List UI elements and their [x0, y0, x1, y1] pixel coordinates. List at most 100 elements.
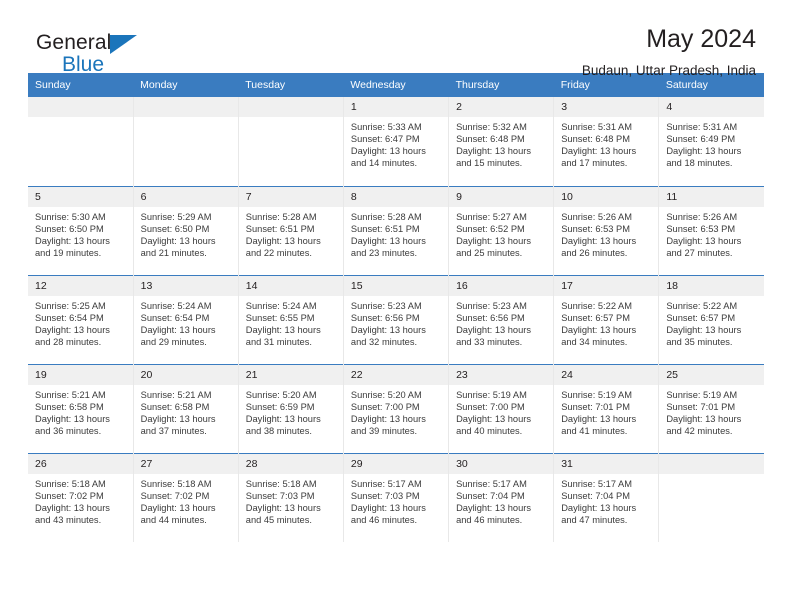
- sunset-text: Sunset: 7:01 PM: [561, 401, 630, 412]
- calendar-day-cell[interactable]: 6 Sunrise: 5:29 AM Sunset: 6:50 PM Daylight…: [133, 185, 239, 275]
- daylight-text-line1: Daylight: 13 hours: [35, 324, 110, 335]
- daylight-text-line2: and 36 minutes.: [35, 425, 102, 436]
- daylight-text-line1: Daylight: 13 hours: [245, 235, 321, 246]
- day-number: 11: [659, 186, 764, 207]
- day-details: Sunrise: 5:26 AM Sunset: 6:53 PM Daylight:…: [554, 207, 658, 259]
- daylight-text-line2: and 19 minutes.: [35, 247, 102, 258]
- day-cell-inner: 24 Sunrise: 5:19 AM Sunset: 7:01 PM Dayligh…: [554, 364, 659, 453]
- calendar-day-cell[interactable]: 5 Sunrise: 5:30 AM Sunset: 6:50 PM Daylight…: [28, 185, 134, 275]
- calendar-day-cell[interactable]: 13 Sunrise: 5:24 AM Sunset: 6:54 PM Dayligh…: [133, 274, 239, 364]
- sunset-text: Sunset: 6:55 PM: [245, 312, 315, 323]
- day-details: Sunrise: 5:19 AM Sunset: 7:00 PM Daylight:…: [449, 385, 553, 437]
- daylight-text-line1: Daylight: 13 hours: [456, 146, 531, 157]
- daylight-text-line1: Daylight: 13 hours: [456, 235, 531, 246]
- sunset-text: Sunset: 6:57 PM: [666, 312, 736, 323]
- logo-word-blue: Blue: [62, 53, 105, 76]
- title-block: May 2024 Budaun, Uttar Pradesh, India: [582, 25, 756, 77]
- day-number: 14: [238, 275, 343, 296]
- sunrise-text: Sunrise: 5:17 AM: [456, 478, 527, 489]
- sunset-text: Sunset: 7:01 PM: [666, 401, 736, 412]
- day-details: Sunrise: 5:28 AM Sunset: 6:51 PM Daylight:…: [239, 207, 343, 259]
- day-cell-inner: 30 Sunrise: 5:17 AM Sunset: 7:04 PM Dayligh…: [449, 453, 554, 543]
- calendar-day-cell[interactable]: 8 Sunrise: 5:28 AM Sunset: 6:51 PM Daylight…: [343, 185, 450, 275]
- day-cell-inner: 19 Sunrise: 5:21 AM Sunset: 6:58 PM Dayligh…: [28, 364, 133, 453]
- daylight-text-line2: and 35 minutes.: [666, 336, 733, 347]
- calendar-day-cell[interactable]: 7 Sunrise: 5:28 AM Sunset: 6:51 PM Daylight…: [238, 185, 344, 275]
- calendar-day-cell[interactable]: 31 Sunrise: 5:17 AM Sunset: 7:04 PM Dayligh…: [553, 452, 660, 542]
- daylight-text-line2: and 42 minutes.: [666, 425, 733, 436]
- sunset-text: Sunset: 6:50 PM: [35, 223, 104, 234]
- calendar-day-cell[interactable]: 17 Sunrise: 5:22 AM Sunset: 6:57 PM Dayligh…: [553, 274, 660, 364]
- daylight-text-line1: Daylight: 13 hours: [561, 413, 637, 424]
- daylight-text-line1: Daylight: 13 hours: [456, 502, 531, 513]
- calendar-day-cell[interactable]: 19 Sunrise: 5:21 AM Sunset: 6:58 PM Dayligh…: [28, 363, 134, 453]
- calendar-day-cell[interactable]: 20 Sunrise: 5:21 AM Sunset: 6:58 PM Dayligh…: [133, 363, 239, 453]
- day-cell-inner: 16 Sunrise: 5:23 AM Sunset: 6:56 PM Dayligh…: [449, 275, 554, 364]
- sunrise-text: Sunrise: 5:18 AM: [140, 478, 212, 489]
- day-details: Sunrise: 5:33 AM Sunset: 6:47 PM Daylight:…: [344, 117, 448, 169]
- month-calendar-grid: Sunday Monday Tuesday Wednesday Thursday…: [28, 73, 764, 542]
- calendar-day-cell[interactable]: 27 Sunrise: 5:18 AM Sunset: 7:02 PM Dayligh…: [133, 452, 239, 542]
- sunset-text: Sunset: 6:54 PM: [140, 312, 210, 323]
- calendar-day-cell[interactable]: 28 Sunrise: 5:18 AM Sunset: 7:03 PM Dayligh…: [238, 452, 344, 543]
- daylight-text-line2: and 28 minutes.: [35, 336, 102, 347]
- sunrise-text: Sunrise: 5:17 AM: [350, 478, 422, 489]
- day-details: Sunrise: 5:18 AM Sunset: 7:02 PM Daylight:…: [28, 474, 133, 526]
- sunset-text: Sunset: 6:56 PM: [350, 312, 420, 323]
- sunrise-text: Sunrise: 5:33 AM: [350, 122, 422, 132]
- day-cell-inner: 25 Sunrise: 5:19 AM Sunset: 7:01 PM Dayligh…: [659, 364, 764, 453]
- daylight-text-line2: and 15 minutes.: [456, 158, 523, 169]
- calendar-day-cell[interactable]: 18 Sunrise: 5:22 AM Sunset: 6:57 PM Dayligh…: [658, 274, 764, 364]
- calendar-day-cell[interactable]: 14 Sunrise: 5:24 AM Sunset: 6:55 PM Dayligh…: [238, 274, 344, 364]
- calendar-day-cell[interactable]: 24 Sunrise: 5:19 AM Sunset: 7:01 PM Dayligh…: [553, 363, 660, 453]
- calendar-day-cell[interactable]: 21 Sunrise: 5:20 AM Sunset: 6:59 PM Dayligh…: [238, 363, 344, 453]
- calendar-day-cell[interactable]: 22 Sunrise: 5:20 AM Sunset: 7:00 PM Dayligh…: [343, 363, 450, 453]
- calendar-day-cell[interactable]: 15 Sunrise: 5:23 AM Sunset: 6:56 PM Dayligh…: [343, 274, 450, 364]
- calendar-day-cell[interactable]: 3 Sunrise: 5:31 AM Sunset: 6:48 PM Daylight…: [553, 97, 660, 186]
- day-cell-inner: [238, 97, 343, 186]
- sunset-text: Sunset: 7:04 PM: [456, 490, 525, 501]
- daylight-text-line1: Daylight: 13 hours: [350, 324, 426, 335]
- calendar-day-cell-empty: [658, 452, 764, 542]
- day-number: 6: [133, 186, 238, 207]
- calendar-day-cell[interactable]: 12 Sunrise: 5:25 AM Sunset: 6:54 PM Dayligh…: [28, 274, 134, 364]
- calendar-day-cell[interactable]: 11 Sunrise: 5:26 AM Sunset: 6:53 PM Dayligh…: [658, 185, 764, 275]
- weekday-header-tuesday: Tuesday: [238, 73, 344, 97]
- day-number: 9: [449, 186, 554, 207]
- day-number: 27: [133, 453, 238, 474]
- day-number: 23: [449, 364, 554, 385]
- sunset-text: Sunset: 6:58 PM: [35, 401, 104, 412]
- calendar-day-cell[interactable]: 29 Sunrise: 5:17 AM Sunset: 7:03 PM Dayligh…: [343, 452, 450, 543]
- calendar-day-cell[interactable]: 16 Sunrise: 5:23 AM Sunset: 6:56 PM Dayligh…: [448, 274, 555, 364]
- general-blue-logo[interactable]: General Blue: [36, 32, 137, 76]
- daylight-text-line1: Daylight: 13 hours: [666, 146, 742, 157]
- calendar-day-cell[interactable]: 25 Sunrise: 5:19 AM Sunset: 7:01 PM Dayligh…: [658, 363, 764, 453]
- daylight-text-line1: Daylight: 13 hours: [666, 324, 742, 335]
- sunset-text: Sunset: 7:02 PM: [35, 490, 104, 501]
- calendar-day-cell[interactable]: 2 Sunrise: 5:32 AM Sunset: 6:48 PM Daylight…: [448, 97, 555, 186]
- calendar-day-cell[interactable]: 23 Sunrise: 5:19 AM Sunset: 7:00 PM Dayligh…: [448, 363, 555, 453]
- page-header: General Blue May 2024 Budaun, Uttar Prad…: [28, 0, 764, 77]
- day-number: 31: [554, 453, 659, 474]
- calendar-day-cell[interactable]: 9 Sunrise: 5:27 AM Sunset: 6:52 PM Daylight…: [448, 185, 555, 275]
- day-cell-inner: 29 Sunrise: 5:17 AM Sunset: 7:03 PM Dayligh…: [343, 453, 449, 543]
- sunset-text: Sunset: 7:02 PM: [140, 490, 210, 501]
- calendar-day-cell[interactable]: 1 Sunrise: 5:33 AM Sunset: 6:47 PM Daylight…: [343, 97, 450, 186]
- day-number: 1: [343, 97, 449, 117]
- sunset-text: Sunset: 6:56 PM: [456, 312, 525, 323]
- day-cell-inner: 15 Sunrise: 5:23 AM Sunset: 6:56 PM Dayligh…: [343, 275, 449, 364]
- day-details: Sunrise: 5:21 AM Sunset: 6:58 PM Daylight:…: [28, 385, 133, 437]
- sunrise-text: Sunrise: 5:21 AM: [140, 389, 212, 400]
- calendar-day-cell[interactable]: 4 Sunrise: 5:31 AM Sunset: 6:49 PM Daylight…: [659, 97, 764, 186]
- calendar-day-cell[interactable]: 26 Sunrise: 5:18 AM Sunset: 7:02 PM Dayligh…: [28, 452, 134, 542]
- calendar-day-cell[interactable]: 30 Sunrise: 5:17 AM Sunset: 7:04 PM Dayligh…: [448, 452, 555, 543]
- day-cell-inner: 21 Sunrise: 5:20 AM Sunset: 6:59 PM Dayligh…: [238, 364, 343, 453]
- sunset-text: Sunset: 6:57 PM: [561, 312, 630, 323]
- day-number: [28, 97, 133, 117]
- daylight-text-line2: and 46 minutes.: [456, 514, 523, 525]
- day-details: Sunrise: 5:24 AM Sunset: 6:54 PM Daylight:…: [134, 296, 238, 348]
- day-cell-inner: 28 Sunrise: 5:18 AM Sunset: 7:03 PM Dayligh…: [238, 453, 343, 543]
- daylight-text-line1: Daylight: 13 hours: [456, 413, 531, 424]
- calendar-day-cell[interactable]: 10 Sunrise: 5:26 AM Sunset: 6:53 PM Dayligh…: [553, 185, 660, 275]
- sunrise-text: Sunrise: 5:25 AM: [35, 300, 106, 311]
